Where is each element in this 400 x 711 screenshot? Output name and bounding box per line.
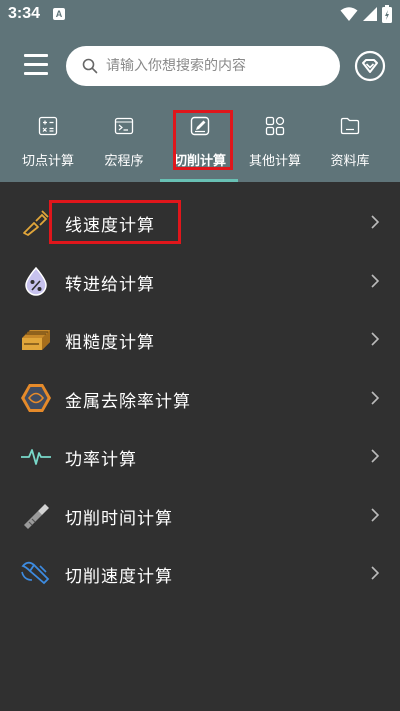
- signal-icon: [363, 7, 377, 21]
- chevron-right-icon: [371, 332, 380, 346]
- menu-button[interactable]: [22, 53, 50, 77]
- tab-label: 宏程序: [104, 154, 144, 169]
- tab-label: 切点计算: [21, 154, 74, 169]
- hexagon-nut-icon: [21, 383, 51, 412]
- tab-macro[interactable]: 宏程序: [84, 108, 164, 182]
- status-icons: [340, 5, 392, 23]
- item-label: 切削时间计算: [65, 508, 173, 529]
- list-item-feed[interactable]: 转进给计算: [0, 252, 400, 311]
- status-bar: 3:34 A: [0, 0, 400, 30]
- item-label: 功率计算: [65, 450, 137, 470]
- app-root: 3:34 A 请输入你想搜索的内容 切点计算 宏程序 切削计算 其他计算 资料库…: [0, 0, 400, 711]
- terminal-icon: [114, 117, 134, 135]
- list-item-removal-rate[interactable]: 金属去除率计算: [0, 369, 400, 428]
- chevron-right-icon: [371, 273, 380, 288]
- surface-roughness-icon: [22, 330, 50, 350]
- list-item-power[interactable]: 功率计算: [0, 427, 400, 486]
- item-label: 金属去除率计算: [65, 391, 191, 412]
- highlight-box-tab: [173, 110, 233, 170]
- pulse-wave-icon: [21, 449, 51, 465]
- calc-list: 线速度计算 转进给计算 粗糙度计算 金属去除率计算 功率计算 切削时间计算 切削…: [0, 193, 400, 603]
- calculator-icon: [38, 116, 58, 136]
- tab-label: 资料库: [330, 154, 370, 169]
- chevron-right-icon: [371, 449, 380, 463]
- item-label: 切削速度计算: [65, 567, 173, 587]
- tab-label: 其他计算: [248, 154, 301, 169]
- tab-other-calc[interactable]: 其他计算: [235, 108, 315, 182]
- highlight-box-item: [49, 200, 181, 244]
- list-item-roughness[interactable]: 粗糙度计算: [0, 310, 400, 369]
- item-label: 转进给计算: [65, 274, 155, 295]
- grid-icon: [265, 116, 285, 136]
- vip-button[interactable]: [354, 50, 386, 82]
- notification-badge: A: [53, 8, 65, 20]
- list-item-cutting-speed[interactable]: 切削速度计算: [0, 544, 400, 603]
- search-input[interactable]: [106, 58, 326, 74]
- tab-library[interactable]: 资料库: [310, 108, 390, 182]
- tool-spindle-icon: [23, 210, 49, 236]
- active-tab-indicator: [160, 179, 238, 182]
- item-label: 粗糙度计算: [65, 333, 155, 353]
- chevron-right-icon: [371, 507, 380, 522]
- search-icon: [82, 58, 98, 74]
- cutting-tool-icon: [24, 503, 49, 529]
- wifi-icon: [340, 7, 358, 21]
- diamond-icon: [354, 50, 386, 82]
- chevron-right-icon: [371, 215, 380, 229]
- percent-drop-icon: [25, 266, 47, 296]
- top-toolbar: [0, 44, 400, 88]
- search-bar[interactable]: [66, 46, 340, 86]
- chevron-right-icon: [371, 390, 380, 405]
- battery-icon: [382, 5, 392, 23]
- chevron-right-icon: [371, 566, 380, 580]
- status-time: 3:34: [8, 5, 41, 22]
- tab-point-calc[interactable]: 切点计算: [8, 108, 88, 182]
- speed-cutter-icon: [21, 561, 50, 585]
- list-item-cutting-time[interactable]: 切削时间计算: [0, 486, 400, 545]
- folder-icon: [340, 117, 360, 135]
